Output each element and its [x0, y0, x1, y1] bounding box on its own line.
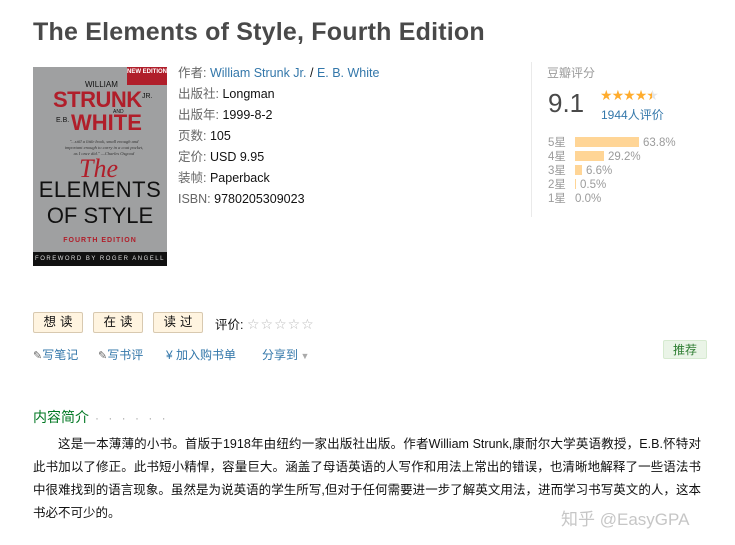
rating-percent: 63.8% [643, 137, 676, 149]
cover-author2-initials: E.B. [56, 117, 70, 124]
info-row-publisher: 出版社: Longman [178, 86, 379, 107]
rating-row-3: 3星 6.6% [548, 164, 676, 178]
rating-bar [575, 165, 582, 175]
info-value: 105 [209, 129, 231, 143]
rating-percent: 0.0% [575, 193, 602, 205]
info-label: 定价: [178, 150, 207, 164]
star-icon: ★ [634, 87, 648, 103]
rate-stars-input[interactable]: ☆☆☆☆☆ [247, 316, 315, 332]
rating-distribution: 5星 63.8% 4星 29.2% 3星 6.6% 2星 0.5% 1星 0.0% [548, 136, 676, 206]
rating-row-4: 4星 29.2% [548, 150, 676, 164]
write-review-link[interactable]: ✎写书评 [98, 346, 143, 363]
info-value: Longman [222, 87, 275, 101]
rate-label: 评价: [215, 318, 244, 332]
info-row-pages: 页数: 105 [178, 128, 379, 149]
rating-stars-icon: ★★★★★ [600, 87, 659, 104]
rating-row-label: 4星 [548, 151, 566, 163]
rating-row-label: 1星 [548, 193, 566, 205]
cover-title-style: OF STYLE [46, 203, 154, 228]
recommend-button[interactable]: 推荐 [663, 340, 707, 359]
rating-count-link[interactable]: 1944人评价 [601, 106, 664, 123]
write-note-link[interactable]: ✎写笔记 [33, 346, 78, 363]
cover-edition: FOURTH EDITION [63, 237, 137, 244]
info-row-year: 出版年: 1999-8-2 [178, 107, 379, 128]
info-row-binding: 装帧: Paperback [178, 170, 379, 191]
pen-icon: ✎ [98, 350, 108, 362]
want-to-read-button[interactable]: 想读 [33, 312, 83, 333]
reading-button[interactable]: 在读 [93, 312, 143, 333]
rating-percent: 6.6% [586, 165, 613, 177]
rating-score: 9.1 [548, 88, 585, 118]
author-separator: / [306, 66, 317, 80]
rating-row-label: 2星 [548, 179, 566, 191]
add-to-cart-link[interactable]: ¥ 加入购书单 [166, 346, 236, 363]
rating-heading: 豆瓣评分 [547, 66, 596, 80]
info-label: 出版年: [178, 108, 219, 122]
yen-icon: ¥ [166, 348, 177, 362]
info-value: Paperback [209, 171, 270, 185]
rating-bar [575, 151, 604, 161]
info-value: 1999-8-2 [222, 108, 273, 122]
star-icon: ★ [600, 87, 613, 103]
rating-row-5: 5星 63.8% [548, 136, 676, 150]
info-label: 页数: [178, 129, 207, 143]
rating-row-label: 3星 [548, 165, 566, 177]
book-cover-image[interactable]: NEW EDITION WILLIAM STRUNK JR. AND E.B. … [33, 67, 167, 266]
rate-widget: 评价: ☆☆☆☆☆ [215, 314, 315, 333]
cover-author2-last: WHITE [71, 110, 142, 135]
author-link-white[interactable]: E. B. White [317, 66, 380, 80]
info-label: 出版社: [178, 87, 219, 101]
watermark: 知乎 @EasyGPA [561, 510, 690, 529]
rating-percent: 0.5% [580, 179, 607, 191]
book-info: 作者: William Strunk Jr. / E. B. White 出版社… [178, 65, 379, 212]
author-link-strunk[interactable]: William Strunk Jr. [210, 66, 307, 80]
info-label: ISBN: [178, 192, 211, 206]
info-row-author: 作者: William Strunk Jr. / E. B. White [178, 65, 379, 86]
rating-bar [575, 179, 576, 189]
rating-row-2: 2星 0.5% [548, 178, 676, 192]
cover-badge: NEW EDITION [127, 67, 167, 85]
have-read-button[interactable]: 读过 [153, 312, 203, 333]
star-icon: ★ [611, 87, 625, 103]
rating-percent: 29.2% [608, 151, 641, 163]
half-star-icon: ★ [646, 87, 659, 103]
intro-heading: 内容简介 · · · · · · [33, 409, 169, 425]
cover-author1-suffix: JR. [142, 93, 153, 100]
book-title: The Elements of Style, Fourth Edition [33, 18, 485, 46]
rating-row-1: 1星 0.0% [548, 192, 676, 206]
chevron-down-icon: ▼ [298, 351, 310, 361]
rating-bar [575, 137, 639, 147]
info-value: USD 9.95 [209, 150, 265, 164]
star-icon: ★ [623, 87, 636, 103]
info-label: 装帧: [178, 171, 207, 185]
cover-title-elements: ELEMENTS [38, 177, 162, 202]
rating-panel: 豆瓣评分 9.1 ★★★★★ 1944人评价 5星 63.8% 4星 29.2% 3… [531, 62, 701, 217]
share-dropdown[interactable]: 分享到 ▼ [262, 346, 309, 363]
pen-icon: ✎ [33, 350, 43, 362]
info-label: 作者: [178, 66, 207, 80]
info-row-isbn: ISBN: 9780205309023 [178, 191, 379, 212]
info-row-price: 定价: USD 9.95 [178, 149, 379, 170]
info-value: 9780205309023 [214, 192, 305, 206]
cover-foreword: FOREWORD BY ROGER ANGELL [33, 252, 167, 266]
rating-row-label: 5星 [548, 137, 566, 149]
heading-dots: · · · · · · [95, 411, 169, 425]
